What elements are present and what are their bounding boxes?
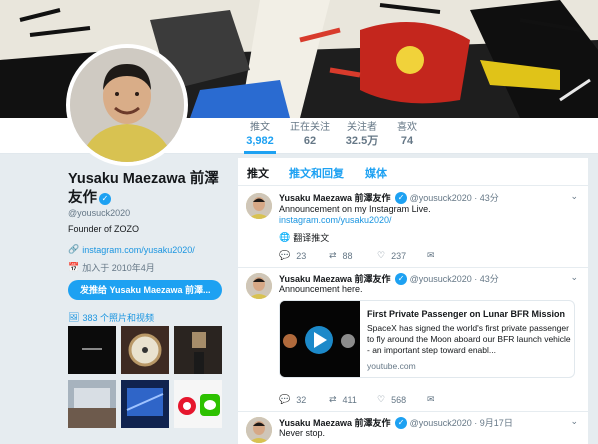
profile-joined-row: 📅 加入于 2010年4月 bbox=[68, 261, 155, 274]
profile-sidebar: Yusaku Maezawa 前澤友作 ✓ @yousuck2020 Founde… bbox=[0, 154, 232, 444]
like-button[interactable]: ♡ 568 bbox=[377, 394, 427, 405]
media-count-label: 383 个照片和视频 bbox=[82, 313, 154, 323]
reply-button[interactable]: 💬 32 bbox=[279, 394, 329, 405]
heart-icon: ♡ bbox=[377, 394, 386, 404]
translate-label: 翻译推文 bbox=[293, 233, 330, 243]
retweet-count: 88 bbox=[342, 250, 353, 261]
verified-badge-icon: ✓ bbox=[395, 417, 408, 429]
tweet-avatar[interactable] bbox=[246, 193, 272, 219]
retweet-icon: ⇄ bbox=[329, 394, 337, 404]
tweet-actions: 💬 23 ⇄ 88 ♡ 237 ✉ bbox=[279, 250, 477, 261]
profile-handle[interactable]: @yousuck2020 bbox=[68, 208, 130, 218]
stat-tweets[interactable]: 推文 3,982 bbox=[244, 122, 276, 154]
photo-icon: 🖼 bbox=[68, 312, 80, 322]
verified-badge-icon: ✓ bbox=[99, 193, 111, 205]
card-description: SpaceX has signed the world's first priv… bbox=[367, 323, 571, 355]
stat-likes[interactable]: 喜欢 74 bbox=[394, 122, 420, 154]
envelope-icon: ✉ bbox=[427, 394, 435, 404]
stat-following[interactable]: 正在关注 62 bbox=[288, 122, 332, 154]
stat-tweets-label: 推文 bbox=[250, 122, 270, 133]
like-count: 237 bbox=[391, 250, 407, 261]
profile-avatar[interactable] bbox=[66, 44, 188, 166]
card-image bbox=[280, 301, 360, 377]
retweet-button[interactable]: ⇄ 88 bbox=[329, 250, 377, 261]
profile-website-link[interactable]: instagram.com/yusaku2020/ bbox=[82, 245, 195, 255]
reply-button[interactable]: 💬 23 bbox=[279, 250, 329, 261]
heart-icon: ♡ bbox=[377, 250, 386, 260]
stat-tweets-value: 3,982 bbox=[246, 135, 274, 147]
card-domain: youtube.com bbox=[367, 361, 416, 371]
tweet-text: Announcement here. bbox=[279, 284, 363, 294]
like-count: 568 bbox=[391, 394, 407, 405]
profile-name-block: Yusaku Maezawa 前澤友作 ✓ bbox=[68, 170, 228, 208]
card-title: First Private Passenger on Lunar BFR Mis… bbox=[367, 309, 566, 319]
tweet-item[interactable]: Yusaku Maezawa 前澤友作 ✓ @yousuck2020 · 9月1… bbox=[238, 412, 588, 444]
tweet-text: Never stop. bbox=[279, 428, 326, 438]
tweet-actions: 💬 32 ⇄ 411 ♡ 568 ✉ bbox=[279, 394, 477, 405]
globe-icon: 🌐 bbox=[279, 232, 291, 242]
reply-icon: 💬 bbox=[279, 250, 291, 260]
profile-name: Yusaku Maezawa 前澤友作 bbox=[68, 171, 219, 206]
tweet-link[interactable]: instagram.com/yusaku2020/ bbox=[279, 215, 392, 225]
like-button[interactable]: ♡ 237 bbox=[377, 250, 427, 261]
calendar-icon: 📅 bbox=[68, 262, 80, 272]
link-card[interactable]: First Private Passenger on Lunar BFR Mis… bbox=[279, 300, 575, 378]
chevron-down-icon[interactable]: ⌄ bbox=[570, 191, 578, 202]
tweet-author-name[interactable]: Yusaku Maezawa 前澤友作 bbox=[279, 274, 391, 284]
tweet-time[interactable]: 9月17日 bbox=[480, 418, 513, 428]
stat-likes-label: 喜欢 bbox=[397, 122, 417, 133]
stat-likes-value: 74 bbox=[400, 135, 414, 147]
timeline-tabs: 推文 推文和回复 媒体 bbox=[238, 158, 588, 186]
reply-count: 23 bbox=[296, 250, 307, 261]
retweet-count: 411 bbox=[342, 394, 357, 405]
tweet-item[interactable]: Yusaku Maezawa 前澤友作 ✓ @yousuck2020 · 43分… bbox=[238, 268, 588, 412]
tweet-avatar[interactable] bbox=[246, 273, 272, 299]
envelope-icon: ✉ bbox=[427, 250, 435, 260]
media-thumb-2[interactable] bbox=[121, 326, 169, 374]
reply-count: 32 bbox=[296, 394, 307, 405]
tab-media[interactable]: 媒体 bbox=[365, 165, 387, 181]
stat-followers[interactable]: 关注者 32.5万 bbox=[344, 122, 380, 154]
tweet-item[interactable]: Yusaku Maezawa 前澤友作 ✓ @yousuck2020 · 43分… bbox=[238, 186, 588, 268]
media-thumb-4[interactable] bbox=[68, 380, 116, 428]
tab-tweets-replies[interactable]: 推文和回复 bbox=[289, 165, 344, 181]
media-thumb-6[interactable] bbox=[174, 380, 222, 428]
chevron-down-icon[interactable]: ⌄ bbox=[570, 272, 578, 283]
media-thumb-3[interactable] bbox=[174, 326, 222, 374]
message-button[interactable]: ✉ bbox=[427, 394, 477, 405]
tweet-time[interactable]: 43分 bbox=[480, 193, 499, 203]
tweet-to-button[interactable]: 发推给 Yusaku Maezawa 前澤... bbox=[68, 280, 222, 300]
retweet-button[interactable]: ⇄ 411 bbox=[329, 394, 377, 405]
link-icon: 🔗 bbox=[68, 244, 80, 254]
stat-following-label: 正在关注 bbox=[290, 122, 330, 133]
tweet-author-handle: @yousuck2020 bbox=[409, 193, 472, 203]
tweet-author-name[interactable]: Yusaku Maezawa 前澤友作 bbox=[279, 193, 391, 203]
tweet-text: Announcement on my Instagram Live. bbox=[279, 204, 431, 214]
verified-badge-icon: ✓ bbox=[395, 273, 408, 285]
verified-badge-icon: ✓ bbox=[395, 192, 408, 204]
translate-tweet-link[interactable]: 🌐 翻译推文 bbox=[279, 231, 329, 244]
retweet-icon: ⇄ bbox=[329, 250, 337, 260]
tweet-header: Yusaku Maezawa 前澤友作 ✓ @yousuck2020 · 43分 bbox=[279, 192, 499, 204]
profile-joined-date: 加入于 2010年4月 bbox=[82, 263, 155, 273]
message-button[interactable]: ✉ bbox=[427, 250, 477, 261]
media-thumb-1[interactable] bbox=[68, 326, 116, 374]
stat-followers-label: 关注者 bbox=[347, 122, 377, 133]
tab-tweets[interactable]: 推文 bbox=[247, 165, 269, 181]
profile-website-row: 🔗 instagram.com/yusaku2020/ bbox=[68, 244, 195, 255]
media-thumb-5[interactable] bbox=[121, 380, 169, 428]
timeline: 推文 推文和回复 媒体 Yusaku Maezawa 前澤友作 ✓ @yousu… bbox=[238, 158, 588, 444]
chevron-down-icon[interactable]: ⌄ bbox=[570, 416, 578, 427]
tweet-avatar[interactable] bbox=[246, 417, 272, 443]
tweet-author-name[interactable]: Yusaku Maezawa 前澤友作 bbox=[279, 418, 391, 428]
media-link[interactable]: 🖼 383 个照片和视频 bbox=[68, 311, 154, 324]
reply-icon: 💬 bbox=[279, 394, 291, 404]
stat-following-value: 62 bbox=[303, 135, 317, 147]
stat-followers-value: 32.5万 bbox=[345, 135, 379, 147]
tweet-author-handle: @yousuck2020 bbox=[409, 274, 472, 284]
profile-bio: Founder of ZOZO bbox=[68, 224, 140, 234]
tweet-author-handle: @yousuck2020 bbox=[409, 418, 472, 428]
tweet-time[interactable]: 43分 bbox=[480, 274, 499, 284]
